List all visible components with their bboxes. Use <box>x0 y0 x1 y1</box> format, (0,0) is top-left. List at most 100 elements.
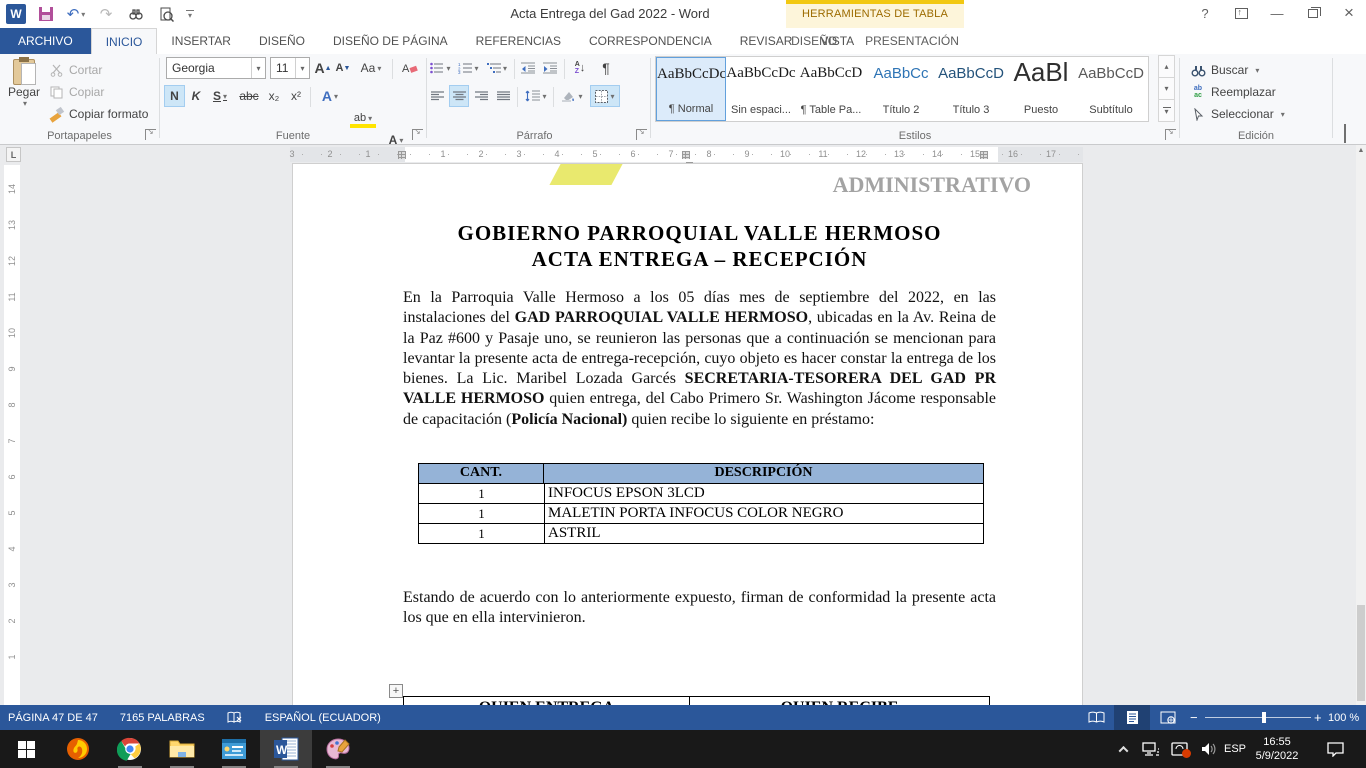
tab-selector[interactable]: L <box>6 147 21 162</box>
header-cell-descripcion[interactable]: DESCRIPCIÓN <box>544 464 983 483</box>
table-row[interactable]: 1 MALETIN PORTA INFOCUS COLOR NEGRO <box>419 503 983 523</box>
styles-dialog-launcher[interactable] <box>1165 129 1176 140</box>
bullets-button[interactable]: ▾ <box>427 57 454 79</box>
zoom-slider-track[interactable] <box>1205 717 1311 718</box>
start-button[interactable] <box>0 730 52 768</box>
paste-button[interactable]: Pegar ▾ <box>3 57 45 125</box>
ribbon-tab[interactable]: ARCHIVO <box>0 28 91 54</box>
strikethrough-button[interactable]: abc <box>236 85 262 107</box>
vertical-ruler[interactable]: 1413121110987654321 <box>4 165 20 705</box>
line-spacing-button[interactable]: ▾ <box>522 85 550 107</box>
style-card[interactable]: AaBbCcD Subtítulo <box>1076 57 1146 121</box>
style-card[interactable]: AaBbCcDc ¶ Normal <box>656 57 726 121</box>
text-effects-button[interactable]: A▾ <box>316 85 344 107</box>
font-size-caret-icon[interactable]: ▾ <box>295 58 309 78</box>
multilevel-list-button[interactable]: ▾ <box>483 57 511 79</box>
table-row[interactable]: 1 INFOCUS EPSON 3LCD <box>419 483 983 503</box>
vertical-scrollbar[interactable]: ▲ <box>1356 145 1366 705</box>
grow-font-button[interactable]: A▲ <box>313 57 333 79</box>
tray-expand-button[interactable] <box>1110 730 1136 768</box>
cell-descripcion[interactable]: MALETIN PORTA INFOCUS COLOR NEGRO <box>544 504 983 523</box>
ribbon-tab[interactable]: INSERTAR <box>157 28 245 54</box>
decrease-indent-button[interactable] <box>518 57 538 79</box>
restore-button[interactable] <box>1302 3 1324 23</box>
increase-indent-button[interactable] <box>540 57 560 79</box>
document-paragraph-1[interactable]: En la Parroquia Valle Hermoso a los 05 d… <box>403 288 996 430</box>
document-page[interactable]: ADMINISTRATIVO GOBIERNO PARROQUIAL VALLE… <box>292 163 1083 705</box>
ribbon-tab[interactable]: INICIO <box>91 28 158 54</box>
redo-button[interactable]: ↷ <box>96 3 116 25</box>
action-center-button[interactable] <box>1318 730 1352 768</box>
shrink-font-button[interactable]: A▼ <box>334 57 352 79</box>
gallery-scroll-down-button[interactable]: ▾ <box>1158 77 1175 100</box>
table-column-marker[interactable] <box>682 151 690 159</box>
justify-button[interactable] <box>493 85 513 107</box>
help-button[interactable]: ? <box>1194 3 1216 23</box>
gallery-scroll-up-button[interactable]: ▴ <box>1158 55 1175 78</box>
taskbar-chrome-button[interactable] <box>104 730 156 768</box>
show-marks-button[interactable]: ¶ <box>596 57 616 79</box>
taskbar-paint-button[interactable] <box>312 730 364 768</box>
taskbar-explorer-button[interactable] <box>156 730 208 768</box>
cell-cant[interactable]: 1 <box>419 504 544 523</box>
format-painter-button[interactable]: Copiar formato <box>48 104 148 124</box>
minimize-button[interactable]: — <box>1266 3 1288 23</box>
replace-button[interactable]: abac Reemplazar <box>1190 82 1276 102</box>
copy-button[interactable]: Copiar <box>48 82 104 102</box>
gallery-more-button[interactable]: ▾ <box>1158 99 1175 122</box>
ribbon-tab[interactable]: DISEÑO DE PÁGINA <box>319 28 462 54</box>
scrollbar-thumb[interactable] <box>1357 605 1365 701</box>
style-card[interactable]: AaBl Puesto <box>1006 57 1076 121</box>
zoom-slider-thumb[interactable] <box>1262 712 1266 723</box>
style-card[interactable]: AaBbCcD Título 3 <box>936 57 1006 121</box>
header-cell-cant[interactable]: CANT. <box>419 464 544 483</box>
page-indicator[interactable]: PÁGINA 47 DE 47 <box>8 712 98 724</box>
font-family-combo[interactable]: Georgia ▾ <box>166 57 266 79</box>
ribbon-tab[interactable]: REFERENCIAS <box>462 28 575 54</box>
items-table-header[interactable]: CANT. DESCRIPCIÓN <box>419 464 983 483</box>
table-move-handle[interactable]: + <box>389 684 403 698</box>
table-column-marker[interactable] <box>980 151 988 159</box>
align-left-button[interactable] <box>427 85 447 107</box>
yellow-shape[interactable] <box>549 164 622 185</box>
horizontal-ruler[interactable]: 321 123456789101112131415 1617 <box>290 147 1083 162</box>
cut-button[interactable]: Cortar <box>48 60 102 80</box>
contextual-tab[interactable]: PRESENTACIÓN <box>851 28 973 54</box>
language-indicator[interactable]: ESPAÑOL (ECUADOR) <box>265 712 381 724</box>
contextual-tab[interactable]: DISEÑO <box>777 28 851 54</box>
highlight-color-button[interactable]: ab▾ <box>348 107 378 129</box>
tray-language-indicator[interactable]: ESP <box>1222 730 1248 768</box>
style-card[interactable]: AaBbCcD ¶ Table Pa... <box>796 57 866 121</box>
ribbon-tab[interactable]: DISEÑO <box>245 28 319 54</box>
tray-volume-icon[interactable] <box>1196 730 1222 768</box>
find-quick-button[interactable] <box>126 3 146 25</box>
change-case-button[interactable]: Aa▾ <box>356 57 386 79</box>
select-button[interactable]: Seleccionar ▾ <box>1190 104 1285 124</box>
sort-button[interactable]: AZ ↓ <box>568 57 592 79</box>
superscript-button[interactable]: x² <box>286 85 306 107</box>
taskbar-firefox-button[interactable] <box>52 730 104 768</box>
zoom-level[interactable]: 100 % <box>1328 705 1359 730</box>
cell-cant[interactable]: 1 <box>419 524 544 543</box>
word-logo-icon[interactable]: W <box>6 3 26 25</box>
find-button[interactable]: Buscar ▾ <box>1190 60 1259 80</box>
header-cell-quien-recibe[interactable]: QUIEN RECIBE <box>690 697 989 705</box>
header-cell-quien-entrega[interactable]: QUIEN ENTREGA <box>404 697 690 705</box>
underline-button[interactable]: S▾ <box>207 85 233 107</box>
table-column-marker[interactable] <box>398 151 406 159</box>
document-heading-2[interactable]: ACTA ENTREGA – RECEPCIÓN <box>403 246 996 272</box>
undo-caret-icon[interactable]: ▾ <box>81 10 85 19</box>
tray-network-icon[interactable] <box>1138 730 1164 768</box>
bold-button[interactable]: N <box>164 85 185 107</box>
proofing-icon[interactable] <box>227 711 243 724</box>
cell-descripcion[interactable]: INFOCUS EPSON 3LCD <box>544 484 983 503</box>
zoom-out-button[interactable]: − <box>1190 705 1198 730</box>
style-card[interactable]: AaBbCc Título 2 <box>866 57 936 121</box>
italic-button[interactable]: K <box>187 85 205 107</box>
numbering-button[interactable]: 123 ▾ <box>455 57 482 79</box>
borders-button[interactable]: ▾ <box>590 85 620 107</box>
document-headings[interactable]: GOBIERNO PARROQUIAL VALLE HERMOSO ACTA E… <box>403 220 996 272</box>
tray-security-icon[interactable] <box>1166 730 1192 768</box>
font-size-combo[interactable]: 11 ▾ <box>270 57 310 79</box>
scroll-up-arrow[interactable]: ▲ <box>1356 147 1366 154</box>
